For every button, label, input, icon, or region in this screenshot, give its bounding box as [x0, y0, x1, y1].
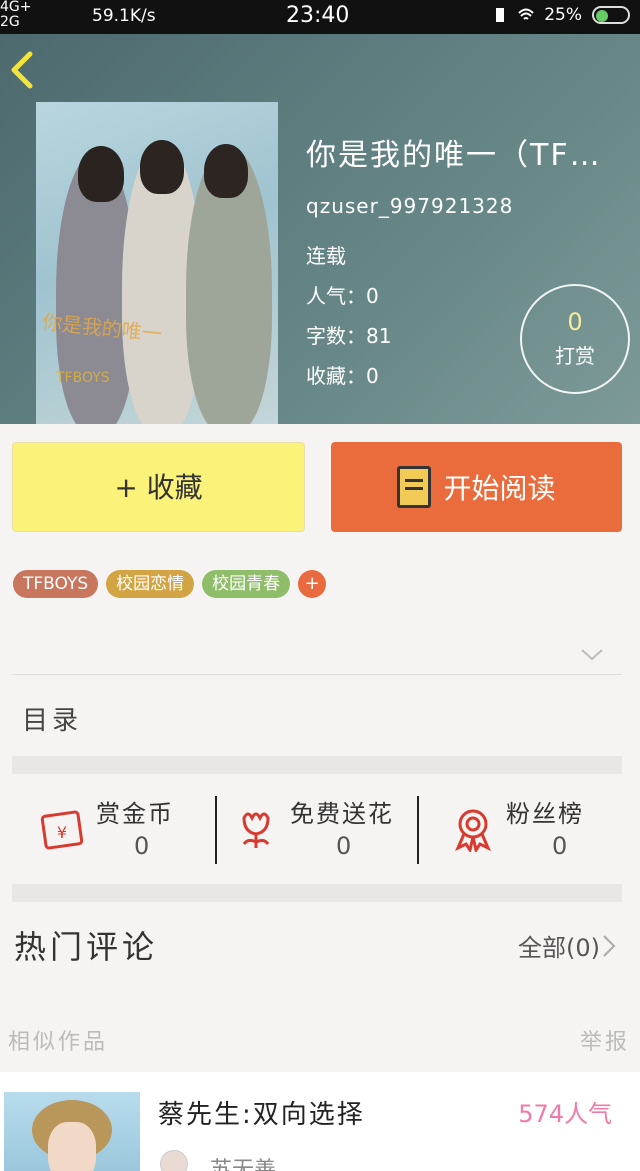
section-separator — [12, 884, 622, 902]
tag-campus-romance[interactable]: 校园恋情 — [106, 570, 195, 598]
status-bar: 4G+ 2G 59.1K/s 23:40 25% — [0, 0, 640, 34]
tip-count: 0 — [567, 308, 583, 336]
award-ribbon-icon — [455, 809, 491, 852]
section-separator — [12, 756, 622, 774]
free-flowers-stat[interactable]: 免费送花 0 — [234, 794, 414, 866]
network-2g-label: 2G — [0, 14, 20, 30]
recommended-book-popularity: 574人气 — [518, 1100, 612, 1128]
tip-label: 打赏 — [555, 344, 595, 368]
recommended-book-title: 蔡先生:双向选择 — [158, 1100, 365, 1130]
gold-coins-stat[interactable]: ¥ 赏金币 0 — [40, 794, 220, 866]
cover-head-left — [78, 146, 124, 202]
book-icon — [397, 466, 432, 508]
wifi-icon — [518, 8, 534, 20]
battery-percent: 25% — [544, 5, 582, 25]
recommended-book-cover — [4, 1092, 140, 1171]
tag-tfboys[interactable]: TFBOYS — [13, 570, 99, 598]
fans-ranking-value: 0 — [552, 832, 568, 860]
tip-button[interactable]: 0 打赏 — [520, 284, 630, 394]
book-author[interactable]: qzuser_997921328 — [306, 194, 636, 218]
free-flowers-value: 0 — [336, 832, 352, 860]
stat-separator — [215, 796, 217, 864]
gold-coins-label: 赏金币 — [96, 800, 174, 828]
book-cover[interactable]: 你是我的唯一 TFBOYS — [36, 102, 278, 424]
cover-head-middle — [140, 140, 184, 194]
table-of-contents[interactable]: 目录 — [22, 700, 82, 737]
avatar — [160, 1150, 188, 1171]
divider — [12, 674, 622, 675]
network-indicator: 4G+ 2G — [0, 0, 32, 30]
recommended-book-item[interactable]: 蔡先生:双向选择 574人气 苏无善 — [0, 1072, 640, 1171]
fans-ranking-stat[interactable]: 粉丝榜 0 — [450, 794, 630, 866]
flower-icon — [242, 812, 270, 848]
svg-text:¥: ¥ — [57, 823, 67, 842]
battery-charging-icon — [496, 8, 505, 22]
all-comments-link[interactable]: 全部(0) — [518, 928, 600, 963]
similar-works-title: 相似作品 — [8, 1030, 109, 1055]
back-arrow-icon[interactable] — [6, 50, 36, 90]
gold-coins-value: 0 — [134, 832, 150, 860]
free-flowers-label: 免费送花 — [290, 800, 394, 828]
stats-row: ¥ 赏金币 0 免费送花 0 粉丝榜 0 — [12, 776, 622, 884]
tag-list: TFBOYS 校园恋情 校园青春 + — [13, 570, 327, 598]
add-tag-button[interactable]: + — [298, 570, 327, 598]
battery-icon — [592, 6, 630, 24]
chevron-down-icon[interactable] — [580, 648, 604, 662]
recommended-cover-face — [48, 1122, 96, 1171]
fans-ranking-label: 粉丝榜 — [506, 800, 584, 828]
tag-campus-youth[interactable]: 校园青春 — [202, 570, 291, 598]
status-right: 25% — [492, 5, 630, 25]
cover-head-right — [204, 144, 248, 198]
network-speed: 59.1K/s — [92, 6, 156, 26]
report-link[interactable]: 举报 — [580, 1024, 630, 1056]
start-reading-button[interactable]: 开始阅读 — [331, 442, 622, 532]
book-title: 你是我的唯一（TF… — [306, 138, 602, 173]
cover-subtitle-text: TFBOYS — [56, 370, 110, 386]
network-4g-label: 4G+ — [0, 0, 32, 15]
clock: 23:40 — [286, 3, 350, 28]
start-reading-label: 开始阅读 — [443, 472, 556, 505]
recommended-book-author: 苏无善 — [210, 1158, 277, 1171]
add-favorite-button[interactable]: + 收藏 — [12, 442, 305, 532]
hot-comments-title: 热门评论 — [14, 928, 159, 966]
book-status: 连载 — [306, 244, 346, 268]
stat-separator — [417, 796, 419, 864]
chevron-right-icon[interactable] — [602, 934, 616, 958]
red-envelope-icon: ¥ — [40, 810, 84, 850]
